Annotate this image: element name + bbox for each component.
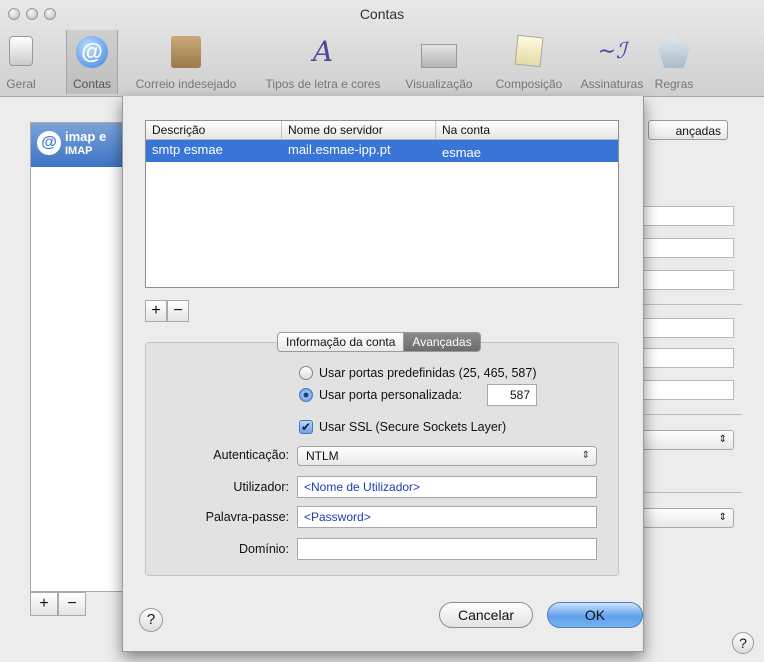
- password-field[interactable]: <Password>: [297, 506, 597, 528]
- divider: [640, 414, 742, 415]
- ssl-checkbox[interactable]: ✔: [299, 420, 313, 434]
- remove-server-button[interactable]: −: [167, 300, 189, 322]
- divider: [640, 304, 742, 305]
- font-icon: A: [312, 35, 334, 68]
- table-row[interactable]: smtp esmae mail.esmae-ipp.pt esmae: [146, 140, 618, 162]
- toolbar-label: Assinaturas: [580, 77, 644, 91]
- cell-description: smtp esmae: [152, 142, 223, 157]
- toolbar-fonts-colors[interactable]: A Tipos de letra e cores: [252, 30, 394, 94]
- junk-mail-icon: [171, 36, 201, 68]
- preferences-toolbar: Geral @ Contas Correio indesejado A Tipo…: [0, 30, 764, 94]
- toolbar-composing[interactable]: Composição: [486, 30, 572, 94]
- toolbar-viewing[interactable]: Visualização: [396, 30, 482, 94]
- toolbar-junk-mail[interactable]: Correio indesejado: [122, 30, 250, 94]
- cell-server: mail.esmae-ipp.pt: [288, 142, 391, 157]
- default-ports-label: Usar portas predefinidas (25, 465, 587): [319, 366, 537, 380]
- at-icon: @: [76, 36, 108, 68]
- toolbar-label: Correio indesejado: [135, 77, 237, 91]
- auth-label: Autenticação:: [213, 448, 289, 462]
- toolbar-label: Tipos de letra e cores: [265, 77, 381, 91]
- background-popup[interactable]: ⇕: [640, 508, 734, 528]
- toolbar-label: Visualização: [405, 77, 473, 91]
- table-header: Descrição Nome do servidor Na conta: [146, 121, 618, 140]
- background-field[interactable]: [640, 270, 734, 290]
- toolbar-accounts[interactable]: @ Contas: [66, 30, 118, 94]
- help-button[interactable]: ?: [139, 608, 163, 632]
- auth-value: NTLM: [306, 449, 339, 463]
- help-button-background[interactable]: ?: [732, 632, 754, 654]
- column-header-description[interactable]: Descrição: [146, 121, 282, 139]
- user-label: Utilizador:: [233, 480, 289, 494]
- tab-advanced[interactable]: Avançadas: [404, 332, 481, 352]
- toolbar-label: Geral: [6, 77, 36, 91]
- add-account-button[interactable]: +: [30, 592, 58, 616]
- background-field[interactable]: [640, 238, 734, 258]
- background-field[interactable]: [640, 206, 734, 226]
- background-field[interactable]: [640, 380, 734, 400]
- rules-icon: [658, 36, 690, 68]
- cancel-button[interactable]: Cancelar: [439, 602, 533, 628]
- background-field[interactable]: [640, 318, 734, 338]
- accounts-list[interactable]: @ imap e IMAP: [30, 122, 124, 592]
- signature-icon: ∼ℐ: [597, 39, 627, 64]
- mail-preferences-window: Contas Geral @ Contas Correio indesejado…: [0, 0, 764, 662]
- ok-button[interactable]: OK: [547, 602, 643, 628]
- tab-advanced-background[interactable]: ançadas: [648, 120, 728, 140]
- chevron-updown-icon: ⇕: [581, 450, 590, 461]
- ssl-label: Usar SSL (Secure Sockets Layer): [319, 420, 507, 434]
- settings-tabs: Informação da conta Avançadas: [277, 332, 481, 352]
- toolbar-label: Contas: [72, 77, 112, 91]
- custom-port-field[interactable]: 587: [487, 384, 537, 406]
- cell-account: esmae: [442, 145, 482, 160]
- account-item[interactable]: @ imap e IMAP: [31, 123, 123, 167]
- toolbar-signatures[interactable]: ∼ℐ Assinaturas: [574, 30, 650, 94]
- smtp-server-sheet: Descrição Nome do servidor Na conta smtp…: [122, 96, 644, 652]
- toolbar-general[interactable]: Geral: [2, 30, 40, 94]
- composing-icon: [514, 34, 544, 68]
- remove-account-button[interactable]: −: [58, 592, 86, 616]
- password-label: Palavra-passe:: [205, 510, 289, 524]
- background-popup[interactable]: ⇕: [640, 430, 734, 450]
- account-name: imap e: [65, 129, 107, 144]
- viewing-icon: [421, 44, 457, 68]
- user-field[interactable]: <Nome de Utilizador>: [297, 476, 597, 498]
- tab-account-information[interactable]: Informação da conta: [277, 332, 405, 352]
- accounts-buttons: + −: [30, 592, 86, 616]
- window-title: Contas: [359, 6, 405, 22]
- auth-select[interactable]: NTLM ⇕: [297, 446, 597, 466]
- title-bar: Contas Geral @ Contas Correio indesejado…: [0, 0, 764, 97]
- server-list-buttons: + −: [145, 300, 189, 322]
- column-header-account[interactable]: Na conta: [436, 121, 620, 139]
- switch-icon: [9, 36, 33, 66]
- column-header-server[interactable]: Nome do servidor: [282, 121, 436, 139]
- smtp-server-table[interactable]: Descrição Nome do servidor Na conta smtp…: [145, 120, 619, 288]
- custom-port-label: Usar porta personalizada:: [319, 388, 463, 402]
- divider: [640, 492, 742, 493]
- default-ports-radio[interactable]: [299, 366, 313, 380]
- add-server-button[interactable]: +: [145, 300, 167, 322]
- toolbar-label: Regras: [654, 77, 694, 91]
- background-field[interactable]: [640, 348, 734, 368]
- at-icon: @: [37, 131, 61, 155]
- domain-field[interactable]: [297, 538, 597, 560]
- account-type: IMAP: [65, 145, 93, 157]
- domain-label: Domínio:: [238, 542, 289, 556]
- toolbar-label: Composição: [495, 77, 563, 91]
- toolbar-rules[interactable]: Regras: [652, 30, 696, 94]
- custom-port-radio[interactable]: [299, 388, 313, 402]
